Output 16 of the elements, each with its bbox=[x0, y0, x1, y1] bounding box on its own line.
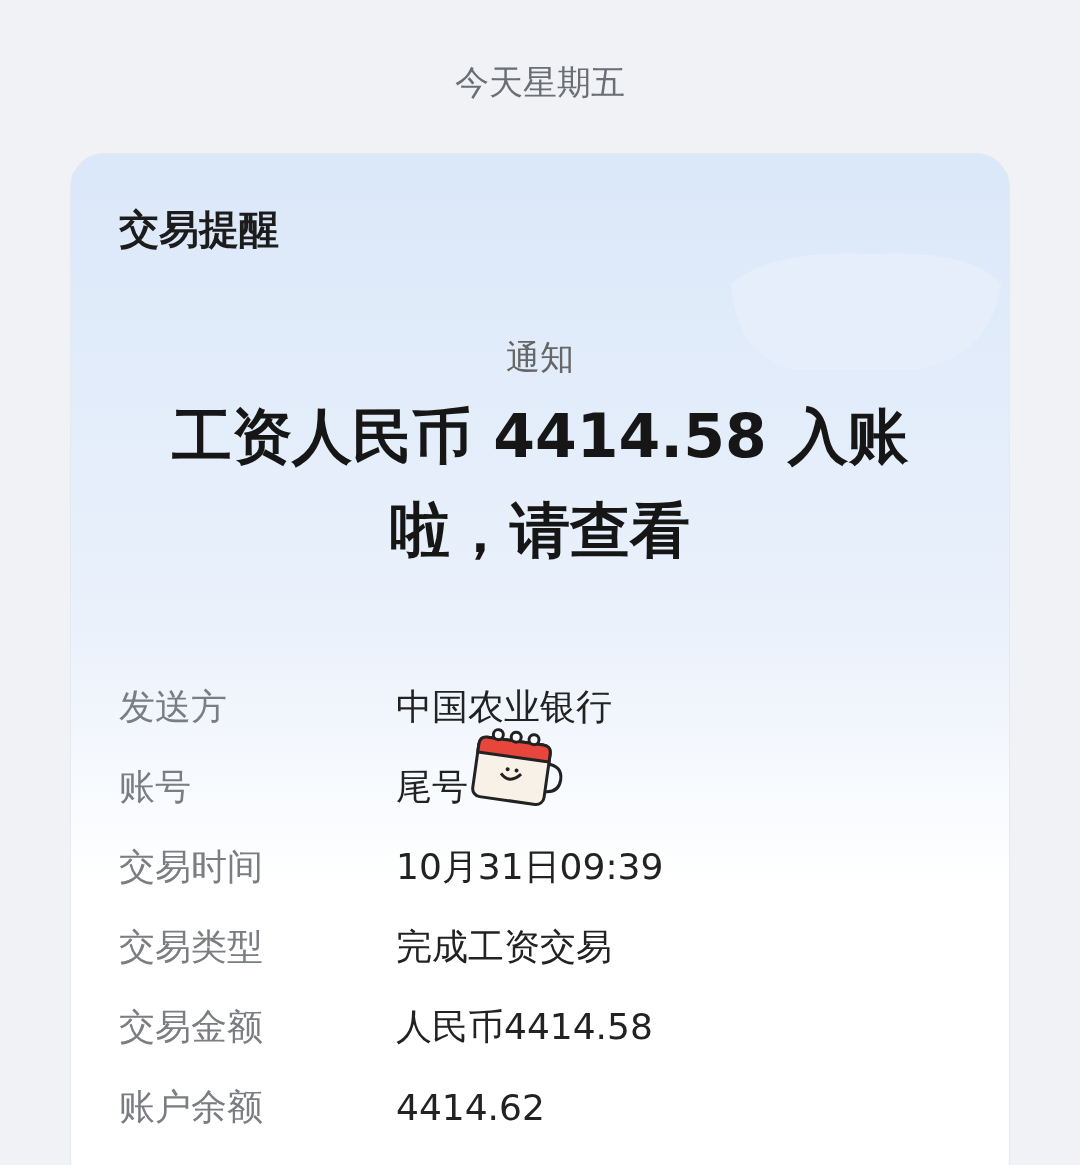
card-title: 交易提醒 bbox=[119, 205, 279, 254]
detail-value: 4414.62 bbox=[396, 1086, 545, 1128]
detail-label: 账号 bbox=[119, 764, 192, 809]
detail-value: 中国农业银行 bbox=[396, 684, 612, 729]
detail-label: 账户余额 bbox=[119, 1084, 264, 1129]
detail-value: 完成工资交易 bbox=[396, 924, 612, 969]
notice-label: 通知 bbox=[506, 336, 574, 379]
detail-label: 交易金额 bbox=[119, 1004, 264, 1049]
detail-value: 10月31日09:39 bbox=[396, 844, 664, 889]
date-header: 今天星期五 bbox=[454, 61, 626, 104]
detail-label: 发送方 bbox=[119, 684, 228, 729]
detail-label: 交易时间 bbox=[119, 844, 264, 889]
detail-value: 人民币4414.58 bbox=[396, 1004, 653, 1049]
detail-value: 尾号 bbox=[396, 764, 468, 809]
detail-label: 交易类型 bbox=[119, 924, 264, 969]
headline: 工资人民币 4414.58 入账啦，请查看 bbox=[171, 400, 909, 567]
